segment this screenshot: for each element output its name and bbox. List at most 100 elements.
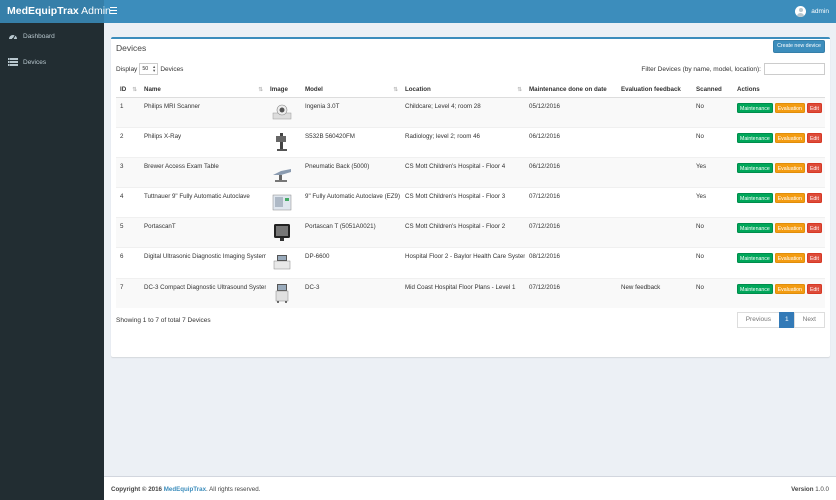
scanned-status: No — [692, 96, 733, 128]
device-model: S532B 560420FM — [301, 126, 401, 158]
column-header: Evaluation feedback — [617, 83, 692, 98]
device-model: DP-6600 — [301, 247, 401, 279]
device-name: Philips X-Ray — [140, 126, 266, 158]
avatar — [795, 6, 807, 17]
device-image-cell — [266, 217, 301, 248]
device-model: Portascan T (5051A0021) — [301, 217, 401, 248]
column-header[interactable]: Model ⇅ — [301, 83, 401, 98]
device-id: 4 — [116, 187, 140, 218]
evaluation-button[interactable]: Evaluation — [774, 132, 805, 143]
edit-button[interactable]: Edit — [806, 283, 822, 294]
column-header: Scanned — [692, 83, 733, 98]
version-value: 1.0.0 — [815, 486, 829, 493]
column-header: Actions — [733, 83, 825, 98]
table-row: 1 Philips MRI Scanner Ingenia 3.0T Childcar… — [116, 96, 825, 128]
column-header[interactable]: Location ⇅ — [401, 83, 525, 98]
sort-icon: ⇅ — [393, 87, 398, 93]
sidebar-toggle-icon[interactable] — [110, 7, 117, 15]
column-header[interactable]: ID ⇅ — [116, 83, 140, 98]
column-header-label: Actions — [737, 86, 760, 94]
autoclave-image — [272, 194, 292, 211]
evaluation-button[interactable]: Evaluation — [774, 223, 805, 234]
evaluation-button[interactable]: Evaluation — [774, 162, 805, 173]
edit-button[interactable]: Edit — [806, 223, 822, 234]
device-image-cell — [266, 126, 301, 158]
evaluation-feedback — [617, 247, 692, 279]
brand-logo[interactable]: MedEquipTrax Admin — [0, 0, 111, 23]
table-row: 3 Brewer Access Exam Table Pneumatic Back … — [116, 156, 825, 188]
evaluation-button[interactable]: Evaluation — [774, 283, 805, 294]
edit-button[interactable]: Edit — [806, 132, 822, 143]
device-name: Digital Ultrasonic Diagnostic Imaging Sy… — [140, 247, 266, 279]
device-location: Childcare; Level 4; room 28 — [401, 96, 525, 128]
actions-cell: Maintenance Evaluation Edit — [733, 247, 825, 279]
device-model: DC-3 — [301, 277, 401, 309]
device-location: CS Mott Children's Hospital - Floor 2 — [401, 217, 525, 248]
edit-button[interactable]: Edit — [806, 162, 822, 173]
maintenance-button[interactable]: Maintenance — [737, 132, 773, 143]
device-location: Mid Coast Hospital Floor Plans - Level 1 — [401, 277, 525, 309]
portable-monitor-image — [274, 224, 290, 242]
column-header: Maintenance done on date — [525, 83, 617, 98]
version: Version 1.0.0 — [791, 486, 829, 493]
page-1-button[interactable]: 1 — [779, 312, 795, 328]
actions-cell: Maintenance Evaluation Edit — [733, 277, 825, 309]
page-length-select[interactable]: 50 ▴ ▾ — [139, 63, 159, 75]
company-link[interactable]: MedEquipTrax — [164, 486, 206, 493]
maintenance-button[interactable]: Maintenance — [737, 102, 773, 113]
maintenance-button[interactable]: Maintenance — [737, 283, 773, 294]
edit-button[interactable]: Edit — [806, 253, 822, 264]
edit-button[interactable]: Edit — [806, 193, 822, 204]
filter-input[interactable] — [764, 63, 825, 75]
user-menu[interactable]: admin — [795, 0, 829, 23]
maintenance-button[interactable]: Maintenance — [737, 162, 773, 173]
device-model: 9" Fully Automatic Autoclave (EZ9) — [301, 187, 401, 218]
main-content: Devices Create new device Display 50 ▴ ▾ … — [104, 23, 836, 476]
device-model: Ingenia 3.0T — [301, 96, 401, 128]
next-page-button[interactable]: Next — [793, 312, 825, 328]
actions-cell: Maintenance Evaluation Edit — [733, 187, 825, 218]
edit-button[interactable]: Edit — [806, 102, 822, 113]
ultrasound-unit-image — [273, 255, 291, 270]
device-location: Hospital Floor 2 - Baylor Health Care Sy… — [401, 247, 525, 279]
table-row: 2 Philips X-Ray S532B 560420FM Radiology; l… — [116, 126, 825, 158]
evaluation-button[interactable]: Evaluation — [774, 253, 805, 264]
table-header-row: ID ⇅ Name ⇅ Image Model ⇅ Location ⇅ Maintenance … — [116, 83, 825, 98]
actions-cell: Maintenance Evaluation Edit — [733, 126, 825, 158]
copyright: Copyright © 2016 MedEquipTrax. All right… — [111, 486, 260, 493]
device-id: 1 — [116, 96, 140, 128]
previous-page-button[interactable]: Previous — [736, 312, 780, 328]
sidebar-item-devices[interactable]: Devices — [0, 49, 104, 75]
filter-label: Filter Devices (by name, model, location… — [641, 65, 761, 73]
actions-cell: Maintenance Evaluation Edit — [733, 96, 825, 128]
maintenance-button[interactable]: Maintenance — [737, 223, 773, 234]
display-label: Display — [116, 65, 138, 73]
devices-list-icon — [8, 58, 18, 66]
column-header: Image — [266, 83, 301, 98]
evaluation-feedback — [617, 96, 692, 128]
create-device-button[interactable]: Create new device — [773, 40, 825, 53]
mri-scanner-image — [272, 104, 292, 119]
sidebar-item-dashboard[interactable]: Dashboard — [0, 23, 104, 49]
evaluation-button[interactable]: Evaluation — [774, 193, 805, 204]
devices-table: ID ⇅ Name ⇅ Image Model ⇅ Location ⇅ Maintenance … — [116, 83, 825, 309]
actions-cell: Maintenance Evaluation Edit — [733, 217, 825, 248]
footer: Copyright © 2016 MedEquipTrax. All right… — [104, 476, 836, 500]
maintenance-date: 07/12/2016 — [525, 217, 617, 248]
maintenance-button[interactable]: Maintenance — [737, 253, 773, 264]
evaluation-button[interactable]: Evaluation — [774, 102, 805, 113]
maintenance-button[interactable]: Maintenance — [737, 193, 773, 204]
devices-box: Devices Create new device Display 50 ▴ ▾ … — [111, 37, 830, 357]
scanned-status: No — [692, 247, 733, 279]
column-header[interactable]: Name ⇅ — [140, 83, 266, 98]
brand-name: MedEquipTrax — [7, 5, 79, 17]
scanned-status: No — [692, 126, 733, 158]
device-image-cell — [266, 277, 301, 309]
ultrasound-cart-image — [275, 283, 289, 303]
sidebar: Dashboard Devices — [0, 23, 104, 500]
column-header-label: Model — [305, 86, 323, 94]
device-id: 3 — [116, 156, 140, 188]
evaluation-feedback — [617, 156, 692, 188]
display-suffix: Devices — [160, 65, 184, 73]
maintenance-date: 07/12/2016 — [525, 187, 617, 218]
